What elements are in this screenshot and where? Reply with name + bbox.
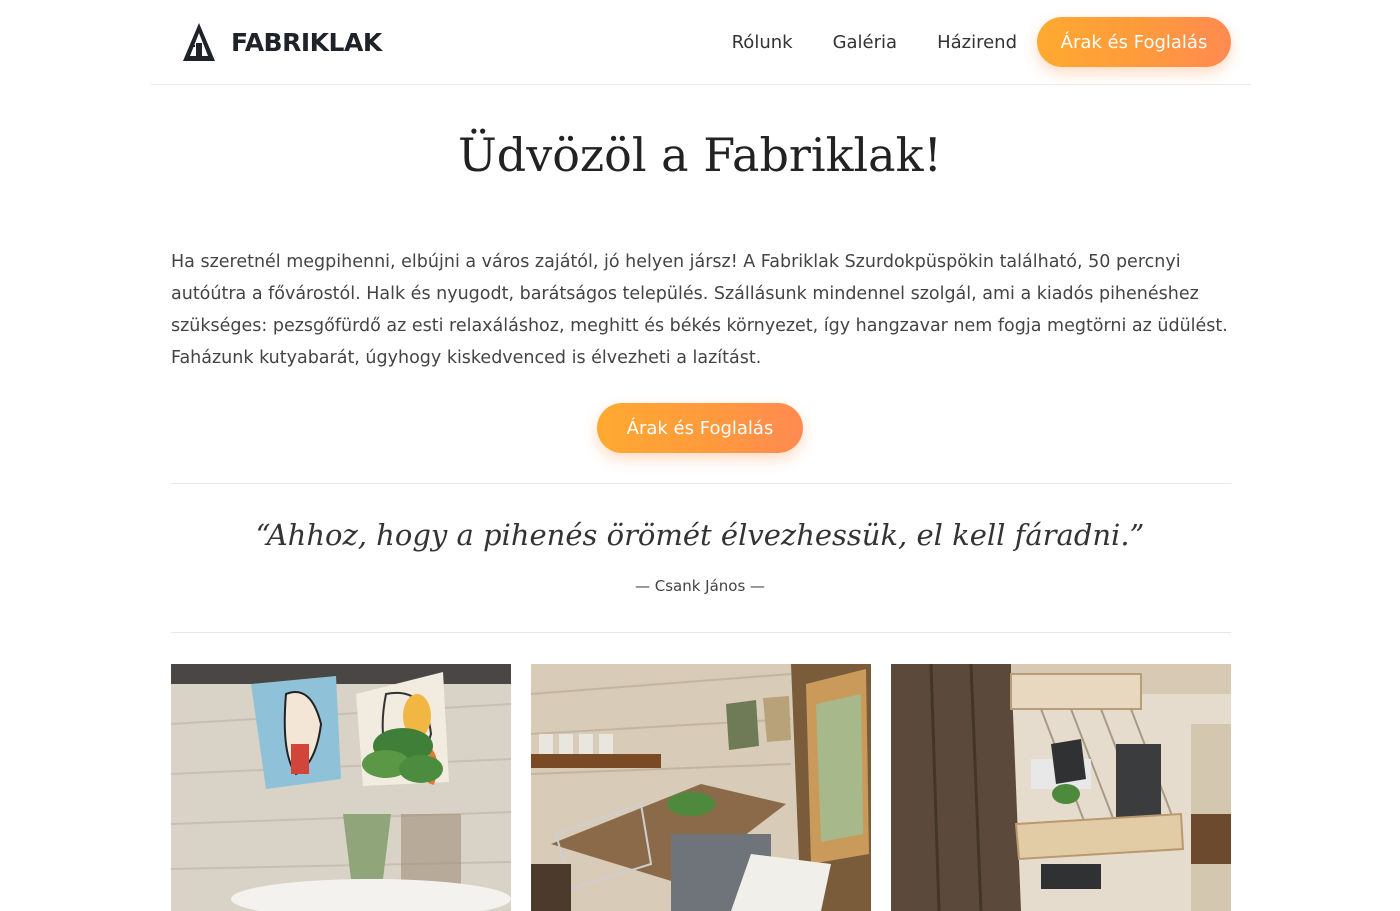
hero-booking-button[interactable]: Árak és Foglalás (597, 403, 803, 453)
hero-cta-wrap: Árak és Foglalás (0, 403, 1400, 453)
nav-link-rolunk[interactable]: Rólunk (732, 32, 793, 53)
quote-text: “Ahhoz, hogy a pihenés örömét élvezhessü… (255, 518, 1145, 552)
gallery-photo-loft[interactable] (891, 664, 1231, 911)
brand-logo[interactable]: FABRIKLAK (181, 21, 382, 63)
main-nav: Rólunk Galéria Házirend Árak és Foglalás (732, 17, 1231, 67)
house-a-logo-icon (183, 23, 215, 61)
divider-bottom (171, 632, 1231, 633)
gallery-photo-wall-art[interactable] (171, 664, 511, 911)
quote-author: — Csank János — (634, 577, 766, 595)
nav-link-galeria[interactable]: Galéria (833, 32, 898, 53)
divider-top (171, 483, 1231, 484)
nav-booking-button[interactable]: Árak és Foglalás (1037, 17, 1231, 67)
wall-art-plant-photo (171, 664, 511, 911)
gallery-photo-kitchen[interactable] (531, 664, 871, 911)
site-header: FABRIKLAK Rólunk Galéria Házirend Árak é… (151, 0, 1251, 85)
kitchen-interior-photo (531, 664, 871, 911)
page-title: Üdvözöl a Fabriklak! (458, 128, 942, 182)
nav-link-hazirend[interactable]: Házirend (937, 32, 1017, 53)
loft-interior-photo (891, 664, 1231, 911)
intro-paragraph: Ha szeretnél megpihenni, elbújni a város… (171, 252, 1228, 368)
brand-name: FABRIKLAK (231, 27, 382, 57)
